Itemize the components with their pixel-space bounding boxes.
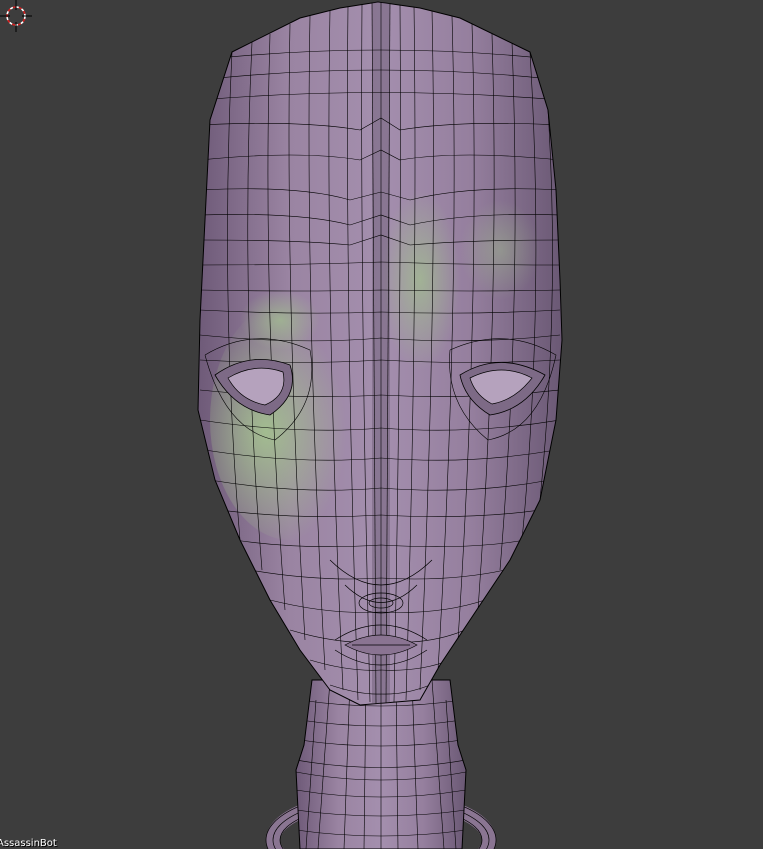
- head-mesh[interactable]: [0, 0, 763, 849]
- 3d-cursor-icon[interactable]: [0, 0, 32, 32]
- head: [197, 1, 563, 706]
- 3d-viewport[interactable]: AssassinBot: [0, 0, 763, 849]
- object-name-label: AssassinBot: [0, 838, 57, 849]
- neck: [295, 679, 467, 849]
